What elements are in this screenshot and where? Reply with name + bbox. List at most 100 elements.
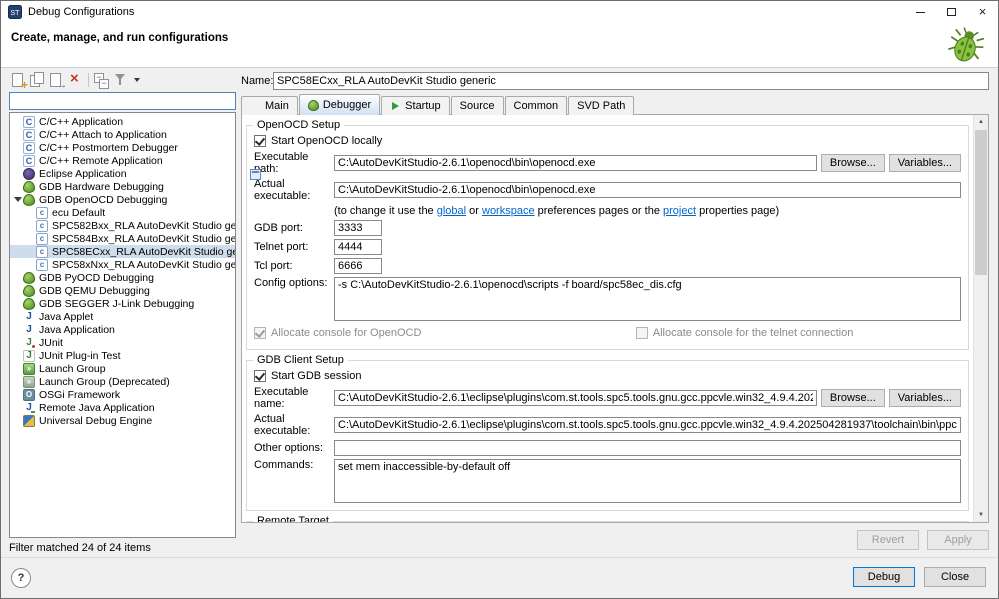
tab-main[interactable]: Main [241,96,298,180]
tree-item[interactable]: Launch Group [10,362,235,375]
tree-item[interactable]: GDB Hardware Debugging [10,180,235,193]
tree-item[interactable]: Java Applet [10,310,235,323]
filter-menu-button[interactable] [131,71,143,89]
gdb-port-input[interactable] [334,220,382,236]
start-openocd-label: Start OpenOCD locally [271,135,383,147]
commands-label: Commands: [254,459,314,471]
gdb-actual-executable-row: Actual executable: [254,413,961,437]
allocate-telnet-console: Allocate console for the telnet connecti… [635,327,853,339]
scroll-up-button[interactable]: ▲ [974,115,988,129]
dialog-body: C/C++ ApplicationC/C++ Attach to Applica… [1,69,998,557]
vertical-scrollbar[interactable]: ▲ ▼ [973,115,988,522]
telnet-port-input[interactable] [334,239,382,255]
tree-item[interactable]: SPC58ECxx_RLA AutoDevKit Studio generic [10,245,235,258]
tab-label: Debugger [322,99,372,111]
launch-group-deprecated-icon [23,375,35,388]
tree-item[interactable]: GDB OpenOCD Debugging [10,193,235,206]
variables-button[interactable]: Variables... [888,389,961,407]
tree-item[interactable]: C/C++ Postmortem Debugger [10,141,235,154]
dialog-footer: ? Debug Close [1,557,998,598]
variables-button[interactable]: Variables... [888,154,961,172]
tab-common[interactable]: Common [504,96,568,115]
project-properties-link[interactable]: project [663,205,696,217]
tree-item[interactable]: Launch Group (Deprecated) [10,375,235,388]
tree-item[interactable]: SPC582Bxx_RLA AutoDevKit Studio generic [10,219,235,232]
start-openocd-checkbox[interactable] [254,135,266,147]
remote-java-icon [23,402,35,414]
other-options-input[interactable] [334,440,961,456]
minimize-button[interactable] [905,1,936,23]
allocate-console-telnet-checkbox[interactable] [635,327,648,339]
delete-configuration-button[interactable] [66,70,84,89]
tree-item[interactable]: Remote Java Application [10,401,235,414]
global-preferences-link[interactable]: global [437,205,466,217]
tree-item[interactable]: ecu Default [10,206,235,219]
tab-debugger[interactable]: Debugger [298,94,381,115]
config-icon [36,258,48,271]
revert-button[interactable]: Revert [857,530,919,550]
scroll-down-button[interactable]: ▼ [974,508,988,522]
export-configuration-button[interactable] [47,71,67,91]
bug-icon [23,271,35,284]
tree-item[interactable]: GDB PyOCD Debugging [10,271,235,284]
gdb-actual-executable-input[interactable] [334,417,961,433]
tree-item[interactable]: OSGi Framework [10,388,235,401]
tree-item[interactable]: SPC584Bxx_RLA AutoDevKit Studio generic [10,232,235,245]
window-title: Debug Configurations [28,6,135,18]
tab-startup[interactable]: Startup [381,96,450,115]
close-dialog-button[interactable]: Close [924,567,986,587]
tree-item[interactable]: JUnit Plug-in Test [10,349,235,362]
tree-item[interactable]: C/C++ Application [10,115,235,128]
maximize-button[interactable] [936,1,967,23]
new-configuration-button[interactable] [9,71,28,92]
help-button[interactable]: ? [11,568,31,588]
allocate-consoles-row: Allocate console for OpenOCD Allocate co… [254,327,961,343]
config-options-input[interactable]: -s C:\AutoDevKitStudio-2.6.1\openocd\scr… [334,277,961,321]
tab-source[interactable]: Source [450,96,504,115]
apply-button[interactable]: Apply [927,530,989,550]
tree-item[interactable]: GDB SEGGER J-Link Debugging [10,297,235,310]
tree-item[interactable]: Universal Debug Engine [10,414,235,427]
app-icon: ST [8,5,22,19]
svg-text:ST: ST [11,10,21,17]
workspace-preferences-link[interactable]: workspace [482,205,535,217]
openocd-setup-title: OpenOCD Setup [253,119,345,131]
actual-executable-input[interactable] [334,182,961,198]
config-tree[interactable]: C/C++ ApplicationC/C++ Attach to Applica… [9,112,236,538]
tree-item[interactable]: C/C++ Remote Application [10,154,235,167]
expand-arrow-icon[interactable] [13,197,23,202]
tab-svd-path[interactable]: SVD Path [568,96,635,115]
filter-input[interactable] [9,92,236,110]
name-input[interactable] [273,72,989,90]
tree-item-label: C/C++ Remote Application [39,154,163,167]
duplicate-configuration-button[interactable] [28,71,46,89]
hint-text: properties page) [696,205,780,217]
debug-button[interactable]: Debug [853,567,915,587]
tree-item[interactable]: Java Application [10,323,235,336]
tree-item[interactable]: C/C++ Attach to Application [10,128,235,141]
filter-button[interactable] [112,71,130,89]
scrollbar-thumb[interactable] [975,130,987,275]
tree-item[interactable]: GDB QEMU Debugging [10,284,235,297]
close-button[interactable]: × [967,1,998,23]
bug-icon [23,180,35,193]
commands-input[interactable]: set mem inaccessible-by-default off [334,459,961,503]
browse-button[interactable]: Browse... [820,389,885,407]
tree-item-label: C/C++ Attach to Application [39,128,167,141]
launch-group-icon [23,362,35,375]
tree-item[interactable]: Eclipse Application [10,167,235,180]
executable-path-input[interactable] [334,155,817,171]
start-openocd-row: Start OpenOCD locally [254,135,961,147]
bug-icon [23,193,35,206]
tree-item[interactable]: JUnit [10,336,235,349]
gdb-executable-name-input[interactable] [334,390,817,406]
browse-button[interactable]: Browse... [820,154,885,172]
start-gdb-session-checkbox[interactable] [254,370,266,382]
c-application-icon [23,141,35,154]
tcl-port-input[interactable] [334,258,382,274]
collapse-all-button[interactable] [93,71,111,89]
allocate-console-openocd-checkbox[interactable] [254,327,266,339]
tree-item[interactable]: SPC58xNxx_RLA AutoDevKit Studio generic [10,258,235,271]
tcl-port-row: Tcl port: [254,258,961,274]
bug-icon [23,284,35,297]
